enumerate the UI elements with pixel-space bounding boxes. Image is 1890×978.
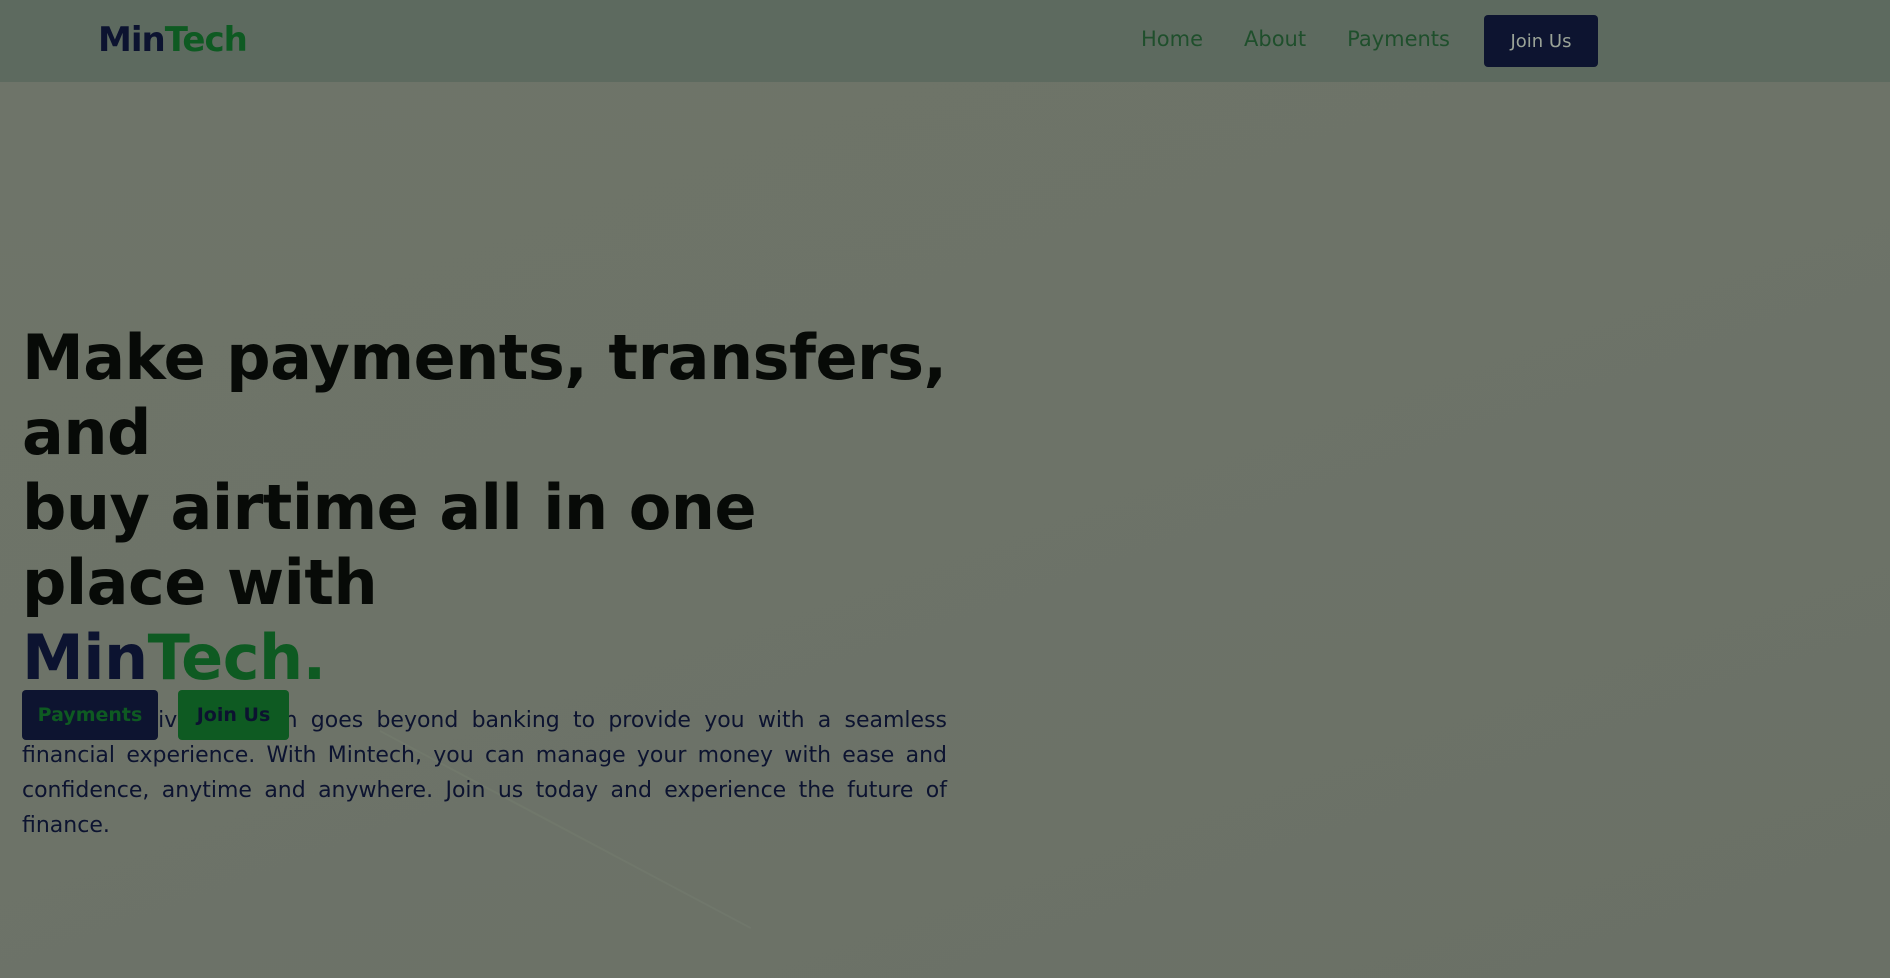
logo[interactable]: MinTech (98, 19, 248, 61)
nav-link-payments[interactable]: Payments (1347, 24, 1450, 54)
logo-tech: Tech (164, 20, 248, 60)
payments-button[interactable]: Payments (22, 690, 158, 740)
hero-brand-tech: Tech. (147, 621, 327, 694)
hero-section: Make payments, transfers, and buy airtim… (22, 320, 947, 843)
hero-title-line1: Make payments, transfers, and (22, 321, 947, 469)
navbar: MinTech Home About Payments Join Us (0, 0, 1890, 82)
hero-brand-min: Min (22, 621, 148, 694)
nav-link-home[interactable]: Home (1141, 24, 1203, 54)
hero-title: Make payments, transfers, and buy airtim… (22, 320, 947, 695)
nav-join-button[interactable]: Join Us (1484, 15, 1598, 67)
join-us-button[interactable]: Join Us (178, 690, 289, 740)
hero-title-line2: buy airtime all in one place with (22, 471, 757, 619)
logo-min: Min (98, 20, 166, 60)
nav-link-about[interactable]: About (1244, 24, 1306, 54)
hero-buttons: Payments Join Us (22, 690, 289, 740)
nav-links: Home About Payments (1141, 24, 1491, 54)
